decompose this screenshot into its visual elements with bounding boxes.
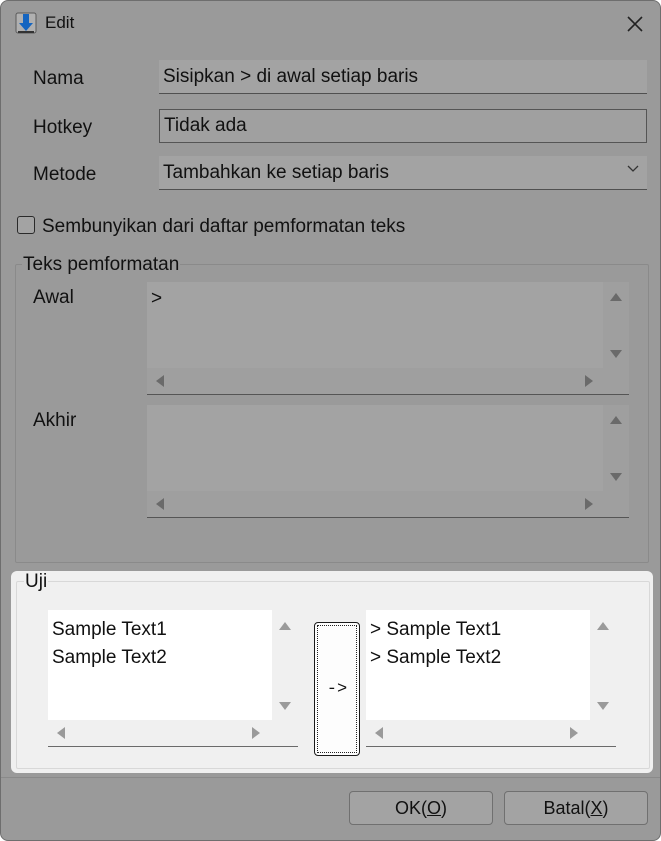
name-label: Nama bbox=[33, 68, 84, 89]
scroll-left-icon[interactable] bbox=[156, 375, 164, 387]
start-horizontal-scrollbar[interactable] bbox=[147, 368, 603, 395]
method-select[interactable]: Tambahkan ke setiap baris bbox=[159, 156, 647, 190]
method-select-value: Tambahkan ke setiap baris bbox=[163, 162, 390, 183]
cancel-button-accesskey: X bbox=[590, 797, 603, 818]
scroll-up-icon[interactable] bbox=[279, 622, 291, 630]
chevron-down-icon bbox=[627, 165, 639, 172]
test-input-horizontal-scrollbar[interactable] bbox=[48, 720, 272, 747]
test-input-vertical-scrollbar[interactable] bbox=[272, 610, 298, 720]
scroll-right-icon[interactable] bbox=[585, 498, 593, 510]
start-vertical-scrollbar[interactable] bbox=[603, 282, 629, 368]
test-output-line: > Sample Text2 bbox=[370, 647, 502, 668]
scrollbar-corner bbox=[603, 491, 629, 518]
download-arrow-icon bbox=[15, 12, 37, 34]
test-input-content: Sample Text1 Sample Text2 bbox=[48, 610, 272, 720]
hide-from-list-checkbox[interactable] bbox=[17, 216, 35, 234]
cancel-button-text-end: ) bbox=[602, 797, 609, 818]
hide-from-list-label: Sembunyikan dari daftar pemformatan teks bbox=[42, 216, 406, 237]
scroll-up-icon[interactable] bbox=[610, 293, 622, 301]
convert-button[interactable]: -> bbox=[314, 622, 360, 756]
ok-button[interactable]: OK(O) bbox=[349, 791, 493, 825]
scroll-right-icon[interactable] bbox=[252, 727, 260, 739]
scroll-right-icon[interactable] bbox=[585, 375, 593, 387]
title-bar: Edit bbox=[1, 1, 660, 45]
test-group-title: Uji bbox=[24, 571, 49, 593]
start-label: Awal bbox=[33, 287, 74, 308]
ok-button-accesskey: O bbox=[427, 797, 442, 818]
dialog-footer: OK(O) Batal(X) bbox=[1, 777, 660, 840]
start-textarea-content: > bbox=[147, 282, 603, 368]
close-button[interactable] bbox=[619, 9, 651, 39]
test-group: Sample Text1 Sample Text2 -> > Sample Te… bbox=[16, 581, 650, 769]
scroll-left-icon[interactable] bbox=[57, 727, 65, 739]
ok-button-text-end: ) bbox=[441, 797, 448, 818]
test-input-line: Sample Text1 bbox=[52, 619, 167, 640]
end-horizontal-scrollbar[interactable] bbox=[147, 491, 603, 518]
cancel-button-text: Batal( bbox=[543, 797, 591, 818]
scroll-right-icon[interactable] bbox=[570, 727, 578, 739]
test-input-textarea[interactable]: Sample Text1 Sample Text2 bbox=[48, 610, 298, 747]
test-output-line: > Sample Text1 bbox=[370, 619, 502, 640]
end-vertical-scrollbar[interactable] bbox=[603, 405, 629, 491]
scroll-down-icon[interactable] bbox=[610, 473, 622, 481]
cancel-button[interactable]: Batal(X) bbox=[504, 791, 648, 825]
scrollbar-corner bbox=[590, 720, 616, 747]
scroll-up-icon[interactable] bbox=[610, 416, 622, 424]
focus-rectangle bbox=[317, 625, 357, 753]
hotkey-label: Hotkey bbox=[33, 117, 93, 138]
start-textarea[interactable]: > bbox=[147, 282, 629, 395]
end-textarea[interactable] bbox=[147, 405, 629, 518]
scroll-down-icon[interactable] bbox=[610, 350, 622, 358]
scroll-down-icon[interactable] bbox=[279, 702, 291, 710]
scroll-down-icon[interactable] bbox=[597, 702, 609, 710]
scroll-left-icon[interactable] bbox=[156, 498, 164, 510]
test-output-textarea[interactable]: > Sample Text1 > Sample Text2 bbox=[366, 610, 616, 747]
test-output-content: > Sample Text1 > Sample Text2 bbox=[366, 610, 590, 720]
close-icon bbox=[627, 16, 643, 32]
test-input-line: Sample Text2 bbox=[52, 647, 167, 668]
formatting-group-title: Teks pemformatan bbox=[22, 254, 181, 276]
test-output-horizontal-scrollbar[interactable] bbox=[366, 720, 590, 747]
test-output-vertical-scrollbar[interactable] bbox=[590, 610, 616, 720]
scrollbar-corner bbox=[603, 368, 629, 395]
hotkey-input[interactable]: Tidak ada bbox=[159, 109, 647, 143]
ok-button-text: OK( bbox=[394, 797, 427, 818]
edit-dialog: Edit Nama Sisipkan > di awal setiap bari… bbox=[0, 0, 661, 841]
scroll-up-icon[interactable] bbox=[597, 622, 609, 630]
method-label: Metode bbox=[33, 164, 97, 185]
end-textarea-content bbox=[147, 405, 603, 491]
end-label: Akhir bbox=[33, 410, 77, 431]
scrollbar-corner bbox=[272, 720, 298, 747]
name-input[interactable]: Sisipkan > di awal setiap baris bbox=[159, 60, 647, 94]
scroll-left-icon[interactable] bbox=[375, 727, 383, 739]
window-title: Edit bbox=[45, 13, 75, 32]
test-panel: Sample Text1 Sample Text2 -> > Sample Te… bbox=[11, 571, 653, 773]
